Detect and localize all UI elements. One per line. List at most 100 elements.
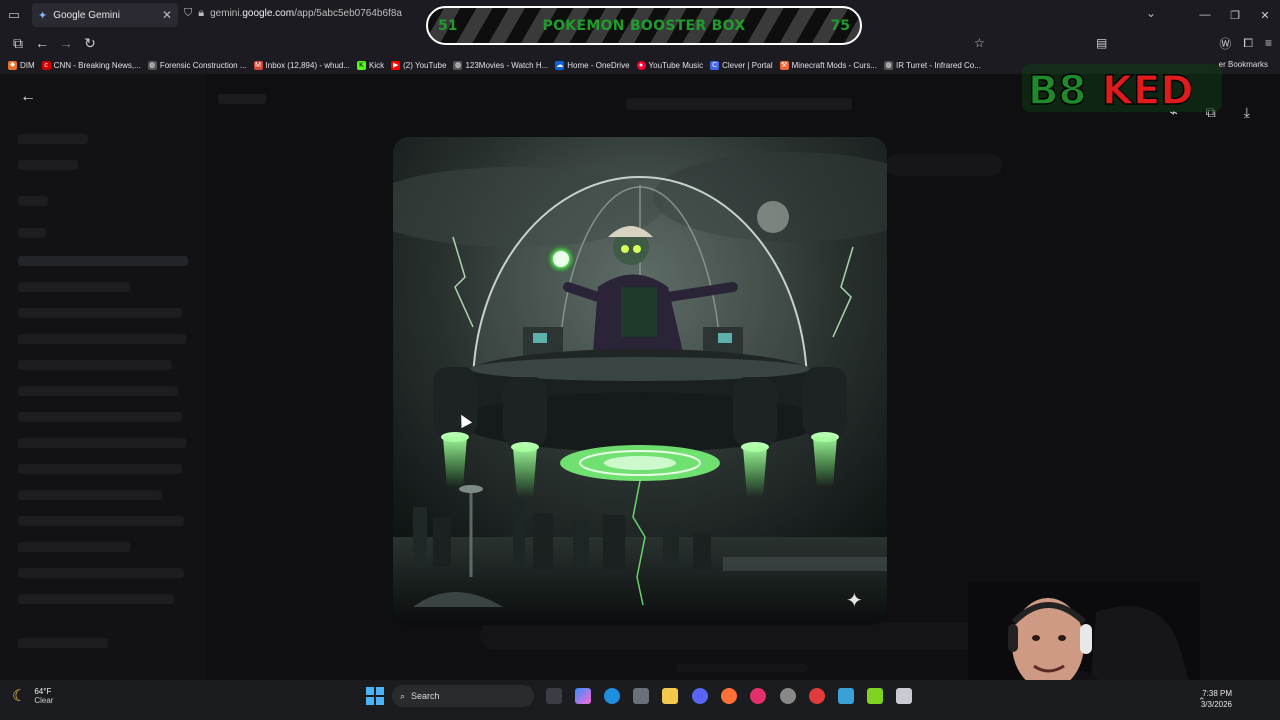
gmail-icon: M — [253, 60, 263, 70]
forward-icon[interactable]: → — [54, 35, 78, 51]
settings-gear-icon[interactable] — [780, 688, 796, 704]
extensions-icon[interactable]: ⧠ — [1243, 36, 1253, 51]
sidebar-item[interactable] — [18, 334, 186, 344]
sidebar-item[interactable] — [18, 438, 186, 448]
svg-text:KED: KED — [1102, 68, 1194, 114]
minimize-icon[interactable]: — — [1190, 9, 1220, 21]
sidebar-item[interactable] — [18, 412, 182, 422]
sidebar-toggle-icon[interactable]: ⧉ — [6, 35, 30, 52]
sidebar-item[interactable] — [18, 256, 188, 266]
sidebar-item[interactable] — [18, 308, 182, 318]
gemini-sidebar: ← — [0, 74, 206, 680]
bookmark-item[interactable]: ● YouTube Music — [636, 60, 703, 70]
system-clock[interactable]: 7:38 PM 3/3/2026 — [1201, 688, 1232, 710]
bookmark-item[interactable]: M Inbox (12,894) - whud... — [253, 60, 350, 70]
back-arrow-icon[interactable]: ← — [20, 88, 36, 106]
reply-chip — [886, 154, 1002, 176]
edge-icon[interactable] — [604, 688, 620, 704]
sidebar-item[interactable] — [18, 516, 184, 526]
sidebar-item[interactable] — [18, 134, 88, 144]
sidebar-item[interactable] — [18, 594, 174, 604]
discord-icon[interactable] — [692, 688, 708, 704]
sidebar-item[interactable] — [18, 228, 46, 238]
copilot-icon[interactable] — [575, 688, 591, 704]
gemini-sparkle-icon: ✦ — [846, 590, 863, 612]
notepad-icon[interactable] — [896, 688, 912, 704]
windows-start-icon[interactable] — [366, 687, 384, 705]
counter-goal: 75 — [830, 17, 850, 34]
bookmark-item[interactable]: c CNN - Breaking News,... — [41, 60, 141, 70]
bookmark-item[interactable]: ⚒ Minecraft Mods - Curs... — [779, 60, 877, 70]
sidebar-item[interactable] — [18, 196, 48, 206]
bookmark-star-icon[interactable]: ☆ — [974, 36, 985, 50]
search-icon: ⌕ — [400, 690, 406, 701]
shield-icon[interactable]: ⛉ — [184, 7, 192, 20]
bookmark-item[interactable]: ▶ (2) YouTube — [391, 60, 446, 70]
sidebar-item[interactable] — [18, 638, 108, 648]
sidebar-item[interactable] — [18, 568, 184, 578]
menu-icon[interactable]: ≡ — [1265, 36, 1272, 50]
back-icon[interactable]: ← — [30, 35, 54, 51]
gemini-favicon-icon: ✦ — [38, 9, 48, 22]
download-icon[interactable]: ⤓ — [1244, 104, 1250, 121]
weather-condition: Clear — [34, 696, 54, 705]
account-icon[interactable]: Ⓦ — [1219, 35, 1231, 52]
bookmark-item[interactable]: K Kick — [357, 60, 384, 70]
search-label: Search — [411, 691, 440, 701]
clock-date: 3/3/2026 — [1200, 700, 1232, 709]
curseforge-icon: ⚒ — [779, 60, 789, 70]
tab-overflow-chevron-icon[interactable]: ⌄ — [1146, 6, 1156, 20]
bookmark-item[interactable]: ◍ IR Turret - Infrared Co... — [884, 60, 981, 70]
sidebar-item[interactable] — [18, 542, 130, 552]
goal-counter-overlay: 51 POKEMON BOOSTER BOX 75 — [426, 6, 862, 45]
close-window-icon[interactable]: ✕ — [1250, 9, 1280, 22]
moon-icon: ☾ — [12, 688, 27, 705]
globe-icon: ◍ — [453, 60, 463, 70]
sidebar-item[interactable] — [18, 282, 130, 292]
restore-icon[interactable]: ❐ — [1220, 9, 1250, 22]
close-tab-icon[interactable]: ✕ — [162, 8, 172, 22]
media-player-icon[interactable] — [750, 688, 766, 704]
clever-icon: C — [710, 60, 720, 70]
chrome-icon[interactable] — [809, 688, 825, 704]
ufo-artwork-image — [393, 137, 887, 625]
task-view-icon[interactable] — [546, 688, 562, 704]
file-explorer-icon[interactable] — [662, 688, 678, 704]
sidebar-item[interactable] — [18, 464, 182, 474]
svg-text:B8: B8 — [1028, 68, 1086, 114]
url-text: gemini.google.com/app/5abc5eb0764b6f8a — [210, 7, 402, 19]
tab-google-gemini[interactable]: ✦ Google Gemini ✕ — [32, 3, 178, 27]
kick-icon: K — [357, 60, 367, 70]
store-icon[interactable] — [633, 688, 649, 704]
prompt-input[interactable] — [480, 622, 1000, 650]
bookmark-item[interactable]: ◍ Forensic Construction ... — [147, 60, 247, 70]
bookmark-item[interactable]: C Clever | Portal — [710, 60, 773, 70]
prompt-bubble — [626, 98, 852, 110]
tab-title: Google Gemini — [53, 9, 120, 21]
bookmark-favicon-icon: ✸ — [8, 60, 17, 70]
channel-logo: B8 KED — [1022, 64, 1222, 114]
disclaimer-text — [676, 664, 808, 672]
sidebar-item[interactable] — [18, 360, 172, 370]
sidebar-item[interactable] — [18, 160, 78, 170]
sidebar-item[interactable] — [18, 490, 162, 500]
onedrive-icon: ☁ — [555, 60, 565, 70]
toolbar-right: ▤ ☆ Ⓦ ⧠ ≡ — [974, 30, 1272, 56]
taskbar-search[interactable]: ⌕ Search — [392, 685, 534, 707]
youtube-music-icon: ● — [636, 60, 646, 70]
firefox-icon[interactable] — [721, 688, 737, 704]
gemini-title — [218, 94, 266, 104]
tab-list-icon[interactable]: ▭ — [0, 0, 28, 30]
other-bookmarks[interactable]: er Bookmarks — [1219, 60, 1268, 69]
bookmark-item[interactable]: ✸ DIM — [8, 60, 35, 70]
sidebar-item[interactable] — [18, 386, 178, 396]
lock-icon[interactable]: 🔒︎ — [198, 7, 204, 20]
bookmark-item[interactable]: ◍ 123Movies - Watch H... — [453, 60, 548, 70]
reader-view-icon[interactable]: ▤ — [1096, 36, 1107, 50]
reload-icon[interactable]: ↻ — [78, 35, 102, 52]
play-app-icon[interactable] — [867, 688, 883, 704]
photos-icon[interactable] — [838, 688, 854, 704]
weather-widget[interactable]: ☾ 64°F Clear — [12, 686, 53, 706]
bookmark-item[interactable]: ☁ Home - OneDrive — [555, 60, 630, 70]
generated-image[interactable] — [393, 137, 887, 625]
